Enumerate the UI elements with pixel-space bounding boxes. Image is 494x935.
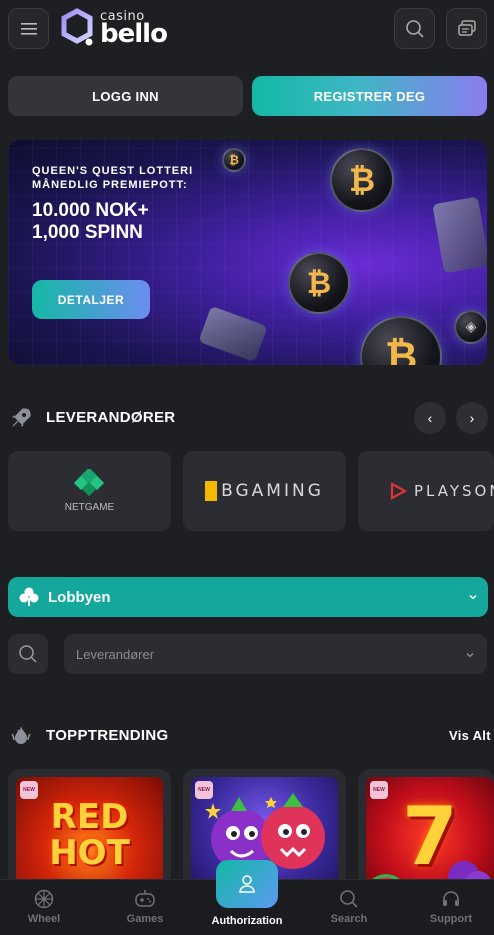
bitcoin-coin-icon: ₿ [330,148,394,212]
nav-authorization-label: Authorization [211,915,283,927]
nav-support-label: Support [429,913,473,925]
chevron-right-icon: › [469,410,475,426]
search-icon [405,19,424,38]
casino-bello-logo[interactable]: casino bello [60,6,168,50]
bitcoin-coin-icon: ₿ [288,252,350,314]
gamepad-icon [134,888,156,910]
logo-mark-icon [61,8,93,46]
banner-details-button[interactable]: DETALJER [32,280,150,319]
chevron-down-icon [468,589,478,607]
game-art-text: RED [50,797,129,837]
new-badge: NEW [195,781,213,799]
playson-logo: PLAYSON [388,481,494,501]
playson-logo-text: PLAYSON [414,482,494,500]
logo-big-text: bello [100,18,168,49]
new-badge: NEW [20,781,38,799]
lobby-label: Lobbyen [48,588,111,606]
header-search-button[interactable] [394,8,435,49]
banner-kicker: QUEEN'S QUEST LOTTERI MÅNEDLIG PREMIEPOT… [32,165,194,191]
banner-title-line: 10.000 NOK+ [32,200,149,221]
login-button[interactable]: LOGG INN [8,76,243,116]
netgame-logo-text: NETGAME [64,502,115,513]
provider-filter-placeholder: Leverandører [76,646,155,662]
providers-next-button[interactable]: › [456,402,488,434]
banner-title-line: 1,000 SPINN [32,222,143,243]
lobby-dropdown[interactable]: Lobbyen [8,577,488,617]
menu-button[interactable] [8,8,49,49]
rocket-icon [8,405,34,431]
providers-title: LEVERANDØRER [46,409,176,426]
provider-filter-select[interactable]: Leverandører [64,634,487,674]
nav-support[interactable]: Support [411,888,491,925]
chat-icon [457,19,476,36]
chevron-left-icon: ‹ [427,410,433,426]
top-header: casino bello [0,0,494,58]
clover-icon [19,587,39,606]
games-search-button[interactable] [8,634,48,674]
bgaming-logo-text: BGAMING [205,481,324,501]
search-icon [19,645,37,663]
trending-title: TOPPTRENDING [46,727,169,744]
promo-banner[interactable]: ₿ ₿ ₿ ₿ ◈ QUEEN'S QUEST LOTTERI MÅNEDLIG… [8,140,487,365]
chevron-down-icon [465,648,475,663]
fire-icon [8,723,34,749]
bgaming-logo: BGAMING [205,481,324,501]
banner-title: 10.000 NOK+ 1,000 SPINN [32,200,232,244]
netgame-logo: NETGAME [64,467,115,513]
game-art-title: RED HOT [16,799,163,871]
search-icon [338,888,360,910]
game-art-text: HOT [49,833,130,873]
register-button[interactable]: REGISTRER DEG [252,76,487,116]
nav-authorization[interactable] [216,860,278,908]
nav-wheel-label: Wheel [27,913,61,925]
nav-games-label: Games [126,913,164,925]
nav-wheel[interactable]: Wheel [4,888,84,925]
netgame-logo-icon [74,467,105,497]
view-all-link[interactable]: Vis Alt [449,728,491,743]
headset-icon [440,888,462,910]
nav-search[interactable]: Search [309,888,389,925]
provider-card-netgame[interactable]: NETGAME [8,451,171,531]
wheel-icon [33,888,55,910]
nav-games[interactable]: Games [105,888,185,925]
hamburger-icon [20,22,37,35]
new-badge: NEW [370,781,388,799]
provider-card-bgaming[interactable]: BGAMING [183,451,346,531]
user-icon [239,875,255,893]
chat-button[interactable] [446,8,487,49]
nav-search-label: Search [330,913,368,925]
coin-icon: ◈ [454,310,487,344]
providers-prev-button[interactable]: ‹ [414,402,446,434]
logo-text: casino bello [100,10,168,49]
playson-logo-icon [390,482,408,500]
provider-card-playson[interactable]: PLAYSON [358,451,494,531]
